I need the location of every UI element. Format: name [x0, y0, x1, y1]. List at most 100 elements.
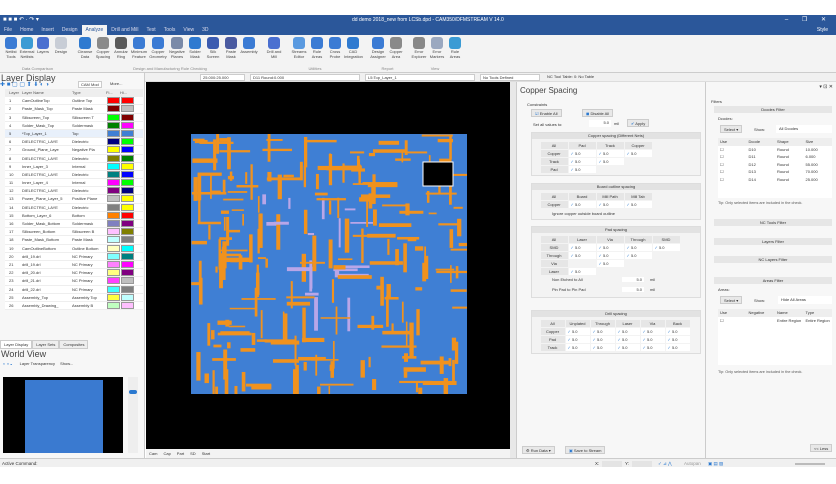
layer-row[interactable]: 23 drill_21.drl NC Primary	[5, 277, 143, 286]
layer-row[interactable]: 26 Assembly_Drawing_ Assembly B	[5, 301, 143, 311]
menu-insert[interactable]: Insert	[37, 25, 58, 35]
canvas-tab-cap[interactable]: Cap	[160, 449, 173, 458]
ribbon-silk-screen-button[interactable]: Silk Screen	[204, 37, 222, 59]
spacing-value-input[interactable]: ✓ 5.0	[596, 259, 624, 267]
column-header[interactable]: Hi...	[120, 89, 134, 96]
canvas-tab-part[interactable]: Part	[174, 449, 187, 458]
layer-color-swatch[interactable]	[106, 203, 120, 211]
tab-layer-sets[interactable]: Layer Sets	[32, 340, 60, 349]
y-field[interactable]	[632, 461, 652, 467]
layer-highlight-swatch[interactable]	[120, 269, 134, 277]
layer-highlight-swatch[interactable]	[120, 260, 134, 268]
layer-color-swatch[interactable]	[106, 301, 120, 309]
spacing-value-input[interactable]: ✓ 5.0	[568, 267, 596, 275]
layer-highlight-swatch[interactable]	[120, 228, 134, 236]
layer-highlight-swatch[interactable]	[120, 162, 134, 170]
layer-color-swatch[interactable]	[106, 220, 120, 227]
layer-row[interactable]: 3 Silkscreen_Top Silkscreen T	[5, 113, 143, 122]
spacing-value-input[interactable]: ✓ 5.0	[615, 327, 640, 335]
layer-row[interactable]: 10 DIELECTRIC_LAYE Dielectric	[5, 170, 143, 180]
layer-color-swatch[interactable]	[106, 285, 120, 293]
grid-select[interactable]: 25.000:25.000	[200, 74, 245, 81]
dcode-row[interactable]: ☐ D14 Round 25.000	[718, 176, 832, 184]
layers-filter-header[interactable]: Layers Filter	[714, 238, 832, 245]
ribbon-cleanse-data-button[interactable]: Cleanse Data	[76, 37, 94, 59]
ribbon-assembly-button[interactable]: Assembly	[240, 37, 258, 55]
ribbon-paste-mask-button[interactable]: Paste Mask	[222, 37, 240, 59]
layer-color-swatch[interactable]	[106, 97, 120, 105]
layer-tool-icons[interactable]: ✚ ■ ▢ ▢ ⬆ ⬇ ◐ ◑	[0, 82, 49, 88]
column-header[interactable]: Size	[804, 138, 833, 146]
layer-color-swatch[interactable]	[106, 105, 120, 113]
layer-row[interactable]: 9 Inner_Layer_3 Internal	[5, 162, 143, 171]
layer-color-swatch[interactable]	[106, 244, 120, 252]
layer-highlight-swatch[interactable]	[120, 195, 134, 203]
layer-highlight-swatch[interactable]	[120, 236, 134, 244]
dcodes-show-select[interactable]: All Dcodes	[776, 125, 832, 133]
column-header[interactable]: Use	[718, 309, 747, 317]
apply-button[interactable]: ✔ Apply	[627, 119, 650, 127]
layer-color-swatch[interactable]	[106, 154, 120, 162]
dcode-row[interactable]: ☐ D13 Round 70.000	[718, 168, 832, 176]
enable-all-button[interactable]: ☑ Enable All	[531, 109, 562, 117]
tools-select[interactable]: No Tools Defined	[480, 74, 540, 81]
layer-highlight-swatch[interactable]	[120, 293, 134, 301]
ribbon-layers-button[interactable]: Layers	[34, 37, 52, 55]
menu-test[interactable]: Test	[143, 25, 160, 35]
zoom-slider[interactable]	[128, 377, 138, 453]
tab-composites[interactable]: Composites	[59, 340, 89, 349]
column-header[interactable]: Type	[804, 309, 833, 317]
ribbon-negative-planes-button[interactable]: Negative Planes	[168, 37, 186, 59]
ribbon-solder-mask-button[interactable]: Solder Mask	[186, 37, 204, 59]
layer-highlight-swatch[interactable]	[120, 138, 134, 146]
spacing-value-input[interactable]: ✓ 5.0	[665, 327, 690, 335]
panel-controls[interactable]: ▾ ⊡ ✕	[819, 84, 833, 90]
ribbon-streams-editor-button[interactable]: Streams Editor	[290, 37, 308, 59]
spacing-value-input[interactable]: ✓ 5.0	[596, 243, 624, 251]
layer-row[interactable]: 4 Solder_Mask_Top Soldermask	[5, 121, 143, 130]
layer-color-swatch[interactable]	[106, 293, 120, 301]
world-view-icons[interactable]: ◐ ◑ ◒	[3, 361, 12, 366]
spacing-value-input[interactable]: ✓ 5.0	[615, 335, 640, 343]
menu-file[interactable]: File	[0, 25, 16, 35]
ribbon-copper-area-button[interactable]: Copper Area	[387, 37, 405, 59]
layer-row[interactable]: 2 Paste_Mask_Top Paste Mask	[5, 105, 143, 114]
layer-color-swatch[interactable]	[106, 162, 120, 170]
layer-row[interactable]: 20 drill_19.drl NC Primary	[5, 252, 143, 261]
layer-highlight-swatch[interactable]	[120, 154, 134, 162]
layer-color-swatch[interactable]	[106, 170, 120, 178]
layer-highlight-swatch[interactable]	[120, 244, 134, 252]
snap-icons[interactable]: ✓ ⊿ ⋀	[658, 461, 672, 467]
spacing-value-input[interactable]: ✓ 5.0	[624, 251, 652, 259]
spacing-value-input[interactable]: ✓ 5.0	[615, 343, 640, 351]
layer-color-swatch[interactable]	[106, 187, 120, 195]
ribbon-cad-integration-button[interactable]: CAD Integration	[344, 37, 363, 59]
dcode-select[interactable]: D11 Round:0.000	[250, 74, 360, 81]
layer-color-swatch[interactable]	[106, 211, 120, 219]
ribbon-copper-spacing-button[interactable]: Copper Spacing	[94, 37, 112, 59]
layer-highlight-swatch[interactable]	[120, 113, 134, 121]
canvas-tab-cam[interactable]: Cam	[146, 449, 160, 458]
layer-highlight-swatch[interactable]	[120, 121, 134, 129]
ribbon-minimum-feature-button[interactable]: Minimum Feature	[130, 37, 148, 59]
dcode-row[interactable]: ☐ D11 Round 6.000	[718, 153, 832, 161]
ribbon-rule-areas-button[interactable]: Rule Areas	[446, 37, 464, 59]
layer-highlight-swatch[interactable]	[120, 211, 134, 219]
layer-row[interactable]: 14 DIELECTRIC_LAYE Dielectric	[5, 203, 143, 212]
spacing-value-input[interactable]: ✓ 5.0	[652, 243, 680, 251]
spacing-value-input[interactable]: ✓ 5.0	[568, 165, 596, 173]
layer-color-swatch[interactable]	[106, 121, 120, 129]
spacing-value-input[interactable]: ✓ 5.0	[568, 157, 596, 165]
ribbon-cross-probe-button[interactable]: Cross Probe	[326, 37, 344, 59]
column-header[interactable]: Dcode	[747, 138, 776, 146]
spacing-value-input[interactable]: ✓ 5.0	[568, 251, 596, 259]
ribbon-drill-and-mill-button[interactable]: Drill and Mill	[265, 37, 283, 59]
dcode-use-checkbox[interactable]: ☐	[718, 153, 747, 161]
area-use-checkbox[interactable]: ☐	[718, 317, 747, 325]
layer-color-swatch[interactable]	[106, 113, 120, 121]
dcode-row[interactable]: ☐ D10 Round 10.000	[718, 146, 832, 154]
spacing-value-input[interactable]: ✓ 5.0	[596, 149, 624, 157]
spacing-value-input[interactable]: ✓ 5.0	[565, 327, 590, 335]
spacing-value-input[interactable]: ✓ 5.0	[565, 343, 590, 351]
layer-highlight-swatch[interactable]	[120, 146, 134, 154]
